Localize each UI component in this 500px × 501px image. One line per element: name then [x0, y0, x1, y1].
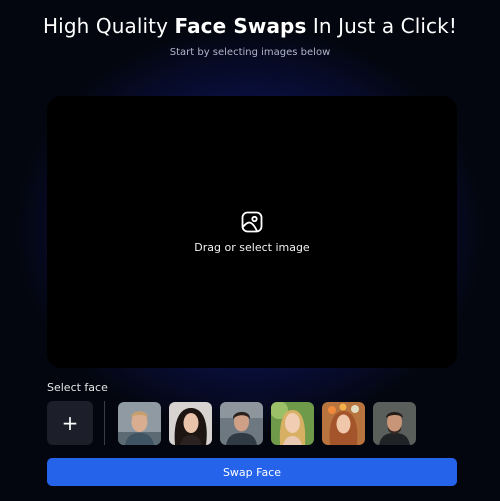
- face-thumbnail-1[interactable]: [118, 402, 161, 445]
- title-post: In Just a Click!: [306, 14, 457, 38]
- divider: [104, 401, 105, 445]
- face-thumbnail-3[interactable]: [220, 402, 263, 445]
- face-list: [118, 402, 416, 445]
- face-portrait-6: [373, 402, 416, 445]
- image-dropzone[interactable]: Drag or select image: [47, 96, 457, 368]
- title-bold: Face Swaps: [174, 14, 307, 38]
- face-portrait-3: [220, 402, 263, 445]
- page-subtitle: Start by selecting images below: [169, 47, 331, 58]
- face-thumbnail-6[interactable]: [373, 402, 416, 445]
- face-portrait-4: [271, 402, 314, 445]
- face-thumbnail-5[interactable]: [322, 402, 365, 445]
- plus-icon: +: [61, 411, 79, 435]
- dropzone-label: Drag or select image: [194, 241, 310, 254]
- face-portrait-2: [169, 402, 212, 445]
- header: High Quality Face Swaps In Just a Click!…: [0, 14, 500, 58]
- select-face-label: Select face: [47, 381, 108, 394]
- swap-face-button[interactable]: Swap Face: [47, 458, 457, 486]
- face-portrait-1: [118, 402, 161, 445]
- page-title: High Quality Face Swaps In Just a Click!: [0, 14, 500, 38]
- face-portrait-5: [322, 402, 365, 445]
- face-thumbnail-2[interactable]: [169, 402, 212, 445]
- image-icon: [241, 211, 263, 233]
- title-pre: High Quality: [43, 14, 175, 38]
- add-face-button[interactable]: +: [47, 401, 93, 445]
- face-thumbnail-4[interactable]: [271, 402, 314, 445]
